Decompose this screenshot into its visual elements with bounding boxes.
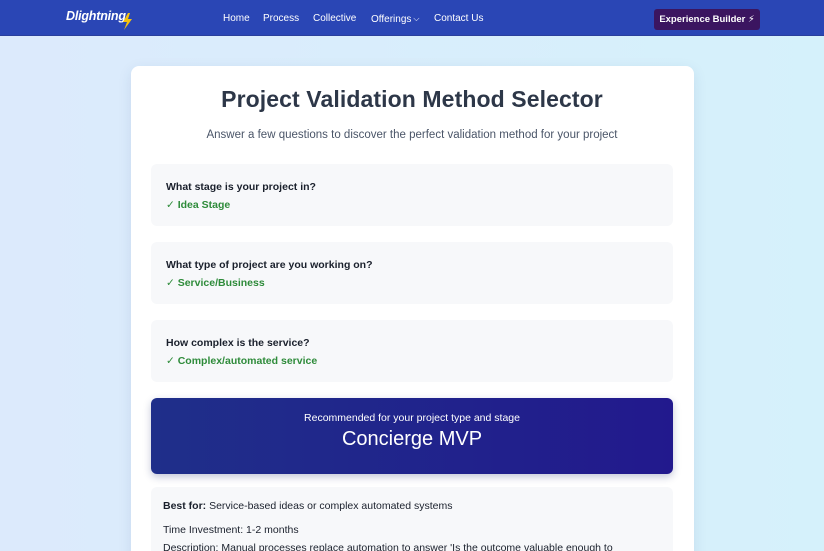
recommendation-subtitle: Recommended for your project type and st… — [304, 412, 520, 424]
chevron-down-icon: ⌵ — [413, 14, 420, 23]
best-for-label: Best for: — [163, 500, 207, 512]
question-stage[interactable]: What stage is your project in? ✓ Idea St… — [151, 164, 673, 226]
question-label: How complex is the service? — [166, 337, 310, 349]
best-for-value: Service-based ideas or complex automated… — [206, 500, 453, 512]
nav-contact-us[interactable]: Contact Us — [434, 13, 483, 25]
page-title: Project Validation Method Selector — [221, 86, 603, 112]
experience-builder-button[interactable]: Experience Builder ⚡ — [654, 9, 760, 30]
logo[interactable]: Dlightning — [66, 9, 126, 23]
nav-collective[interactable]: Collective — [313, 13, 356, 25]
question-label: What type of project are you working on? — [166, 259, 373, 271]
recommendation-banner: Recommended for your project type and st… — [151, 398, 673, 474]
question-complexity[interactable]: How complex is the service? ✓ Complex/au… — [151, 320, 673, 382]
nav-process[interactable]: Process — [263, 13, 299, 25]
nav-home[interactable]: Home — [223, 13, 250, 25]
question-answer: ✓ Service/Business — [166, 277, 265, 289]
description: Description: Manual processes replace au… — [163, 542, 613, 551]
nav-offerings-label: Offerings — [371, 14, 412, 25]
method-details: Best for: Service-based ideas or complex… — [151, 487, 673, 551]
top-navbar: Dlightning Home Process Collective Offer… — [0, 0, 824, 36]
nav-offerings[interactable]: Offerings ⌵ — [371, 13, 419, 26]
recommended-method: Concierge MVP — [341, 428, 483, 450]
question-answer: ✓ Complex/automated service — [166, 355, 318, 367]
question-answer: ✓ Idea Stage — [166, 199, 231, 211]
question-label: What stage is your project in? — [166, 181, 316, 193]
time-investment: Time Investment: 1-2 months — [163, 524, 299, 536]
best-for-line: Best for: Service-based ideas or complex… — [163, 500, 452, 512]
question-project-type[interactable]: What type of project are you working on?… — [151, 242, 673, 304]
lightning-bolt-icon — [123, 13, 132, 30]
page-subtitle: Answer a few questions to discover the p… — [206, 129, 618, 141]
